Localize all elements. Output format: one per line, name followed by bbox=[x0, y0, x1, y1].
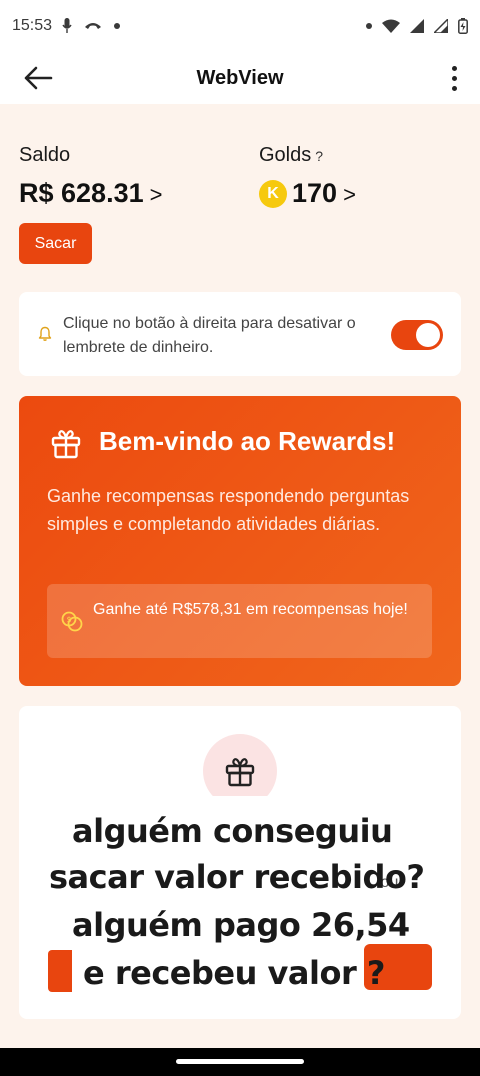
golds-value-link[interactable]: 170 > bbox=[292, 178, 356, 209]
wifi-icon bbox=[382, 19, 400, 33]
gift-icon bbox=[225, 758, 255, 787]
status-time: 15:53 bbox=[12, 17, 53, 34]
overlay-text-line: alguém conseguiu bbox=[72, 812, 393, 850]
saldo-label: Saldo bbox=[19, 144, 71, 166]
signal-icon bbox=[410, 19, 424, 33]
microphone-icon bbox=[62, 18, 72, 33]
partial-button[interactable] bbox=[48, 950, 72, 992]
saldo-value: R$ 628.31 bbox=[19, 178, 144, 208]
golds-value: 170 bbox=[292, 178, 338, 208]
dot-icon bbox=[366, 23, 372, 29]
call-icon bbox=[85, 23, 102, 29]
saldo-value-link[interactable]: R$ 628.31 > bbox=[19, 178, 162, 209]
help-icon[interactable]: ? bbox=[315, 148, 323, 164]
battery-icon bbox=[458, 18, 468, 34]
golds-label: Golds bbox=[259, 144, 312, 166]
back-button[interactable] bbox=[18, 62, 58, 94]
toggle-knob bbox=[416, 323, 440, 347]
bell-icon bbox=[38, 326, 52, 341]
overlay-text-line: alguém pago 26,54 bbox=[72, 906, 410, 944]
more-vertical-icon bbox=[451, 65, 457, 71]
status-bar: 15:53 bbox=[0, 0, 480, 52]
arrow-left-icon bbox=[24, 66, 53, 90]
rewards-description: Ganhe recompensas respondendo perguntas … bbox=[47, 486, 410, 534]
more-options-button[interactable] bbox=[442, 62, 466, 94]
navigation-bar bbox=[0, 1048, 480, 1076]
gift-icon bbox=[51, 430, 81, 459]
chevron-right-icon: > bbox=[149, 182, 163, 207]
page-title: WebView bbox=[196, 66, 284, 89]
reminder-toggle[interactable] bbox=[391, 320, 443, 350]
earn-text: Ganhe até R$578,31 em recompensas hoje! bbox=[93, 601, 408, 618]
reminder-text: Clique no botão à direita para desativar… bbox=[63, 315, 356, 356]
golds-label-row: Golds? bbox=[259, 144, 323, 167]
question-card: iou alguém conseguiu sacar valor recebid… bbox=[19, 706, 461, 1019]
home-gesture-handle[interactable] bbox=[176, 1059, 304, 1064]
svg-text:$: $ bbox=[67, 615, 72, 624]
earn-info-box: $ Ganhe até R$578,31 em recompensas hoje… bbox=[47, 584, 432, 658]
gold-coin-icon: K bbox=[259, 180, 287, 208]
coins-icon: $ bbox=[61, 611, 83, 632]
app-bar: WebView bbox=[0, 52, 480, 104]
dot-icon bbox=[114, 23, 121, 29]
overlay-text-line: e recebeu valor ? bbox=[83, 954, 385, 992]
rewards-banner: Bem-vindo ao Rewards! Ganhe recompensas … bbox=[19, 396, 461, 686]
cash-reminder-card: Clique no botão à direita para desativar… bbox=[19, 292, 461, 376]
overlay-text-line: sacar valor recebido? bbox=[49, 858, 425, 896]
wallet-summary: Saldo R$ 628.31 > Golds? K 170 > Sacar bbox=[19, 140, 459, 270]
withdraw-button[interactable]: Sacar bbox=[19, 223, 92, 264]
chevron-right-icon: > bbox=[343, 182, 356, 207]
rewards-title: Bem-vindo ao Rewards! bbox=[99, 426, 396, 456]
signal-icon bbox=[434, 19, 448, 33]
